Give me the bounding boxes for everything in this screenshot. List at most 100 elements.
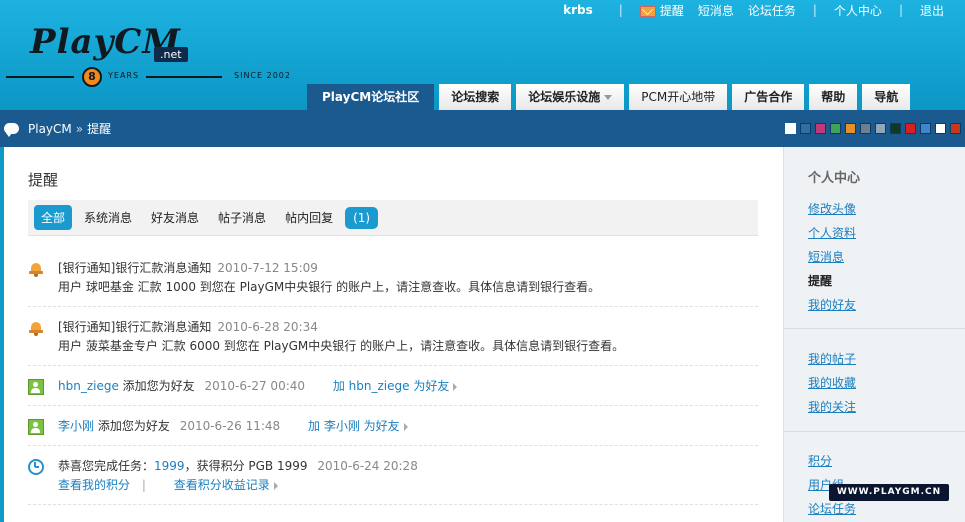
view-points-history-label: 查看积分收益记录: [173, 478, 270, 492]
sidebar-item-tasks[interactable]: 论坛任务: [808, 500, 856, 517]
notice-text: 添加您为好友: [122, 379, 195, 393]
theme-swatch[interactable]: [950, 123, 961, 134]
logo-since: SINCE 2002: [234, 71, 291, 80]
theme-swatch[interactable]: [905, 123, 916, 134]
notice-header: hbn_ziege 添加您为好友 2010-6-27 00:40 加 hbn_z…: [58, 377, 458, 394]
notice-item: 恭喜您完成任务：1999，获得积分 PGB 1999 2010-6-24 20:…: [28, 457, 758, 505]
notice-body: 用户 菠菜基金专户 汇款 6000 到您在 PlayGM中央银行 的账户上，请注…: [58, 339, 625, 353]
theme-swatches: [781, 123, 961, 134]
notice-links: 查看我的积分 | 查看积分收益记录: [58, 476, 278, 493]
mail-icon: [639, 5, 656, 17]
breadcrumb-bar: PlayCM » 提醒: [0, 110, 965, 147]
logo-line-mid: [146, 76, 222, 78]
add-friend-link[interactable]: 加 李小刚 为好友: [308, 419, 408, 433]
friend-user-link[interactable]: 李小刚: [58, 419, 94, 433]
top-nav-separator: |: [618, 3, 623, 17]
sidebar-item-following[interactable]: 我的关注: [808, 398, 856, 415]
reminder-link[interactable]: 提醒: [639, 2, 684, 19]
theme-swatch[interactable]: [860, 123, 871, 134]
sidebar-item-profile[interactable]: 个人资料: [808, 224, 856, 241]
sidebar: 个人中心 修改头像 个人资料 短消息 提醒 我的好友 我的帖子 我的收藏 我的关…: [783, 147, 965, 522]
notice-text: 恭喜您完成任务：: [58, 459, 155, 473]
notice-item: [银行通知]银行汇款消息通知 2010-7-12 15:09 用户 球吧基金 汇款…: [28, 259, 758, 307]
notice-header: 李小刚 添加您为好友 2010-6-26 11:48 加 李小刚 为好友: [58, 417, 408, 434]
nav-tab-entertainment-label: 论坛娱乐设施: [528, 90, 601, 104]
notice-date: 2010-6-28 20:34: [217, 320, 318, 334]
site-header: PlayCM .net 8 YEARS SINCE 2002 krbs | 提醒…: [0, 0, 965, 111]
breadcrumb-home[interactable]: PlayCM: [28, 122, 72, 136]
theme-swatch[interactable]: [800, 123, 811, 134]
chevron-down-icon: [604, 95, 613, 100]
main-nav: PlayCM论坛社区 论坛搜索 论坛娱乐设施 PCM开心地带 广告合作 帮助 导…: [307, 84, 915, 111]
notice-date: 2010-6-24 20:28: [317, 459, 418, 473]
notice-item: 李小刚 添加您为好友 2010-6-26 11:48 加 李小刚 为好友: [28, 417, 758, 446]
notice-title: [银行通知]银行汇款消息通知: [58, 320, 212, 334]
logout-link[interactable]: 退出: [920, 2, 944, 19]
theme-swatch[interactable]: [830, 123, 841, 134]
unread-count-badge[interactable]: (1): [345, 206, 379, 229]
main-content: 提醒 全部 系统消息 好友消息 帖子消息 帖内回复 (1) [银行通知]银行汇款…: [4, 147, 783, 522]
sidebar-item-posts[interactable]: 我的帖子: [808, 350, 856, 367]
nav-tab-ads[interactable]: 广告合作: [732, 84, 805, 110]
top-nav-separator: |: [898, 3, 903, 17]
site-watermark: WWW.PLAYGM.CN: [829, 484, 949, 501]
notice-text: ，获得积分 PGB 1999: [184, 459, 308, 473]
page-title: 提醒: [28, 171, 59, 189]
user-center-link[interactable]: 个人中心: [834, 2, 882, 19]
notice-header: 恭喜您完成任务：1999，获得积分 PGB 1999 2010-6-24 20:…: [58, 457, 418, 474]
add-friend-link[interactable]: 加 hbn_ziege 为好友: [333, 379, 458, 393]
nav-tab-help[interactable]: 帮助: [809, 84, 858, 110]
tab-all[interactable]: 全部: [34, 205, 73, 230]
username-link[interactable]: krbs: [563, 3, 593, 17]
tab-friend[interactable]: 好友消息: [144, 205, 206, 230]
notice-body: 用户 球吧基金 汇款 1000 到您在 PlayGM中央银行 的账户上，请注意查…: [58, 280, 601, 294]
nav-tab-forum[interactable]: PlayCM论坛社区: [307, 84, 435, 111]
breadcrumb: PlayCM » 提醒: [4, 120, 111, 137]
nav-tab-navigation[interactable]: 导航: [862, 84, 911, 110]
bell-icon: [28, 261, 44, 277]
logo-years: YEARS: [108, 71, 140, 80]
bell-icon: [28, 320, 44, 336]
theme-swatch[interactable]: [890, 123, 901, 134]
theme-swatch[interactable]: [875, 123, 886, 134]
theme-swatch[interactable]: [785, 123, 796, 134]
messages-link[interactable]: 短消息: [698, 2, 734, 19]
sidebar-item-avatar[interactable]: 修改头像: [808, 200, 856, 217]
tab-system[interactable]: 系统消息: [77, 205, 139, 230]
theme-swatch[interactable]: [920, 123, 931, 134]
sidebar-item-points[interactable]: 积分: [808, 452, 832, 469]
view-points-history-link[interactable]: 查看积分收益记录: [174, 478, 278, 492]
view-points-link[interactable]: 查看我的积分: [58, 478, 130, 492]
sidebar-item-reminder[interactable]: 提醒: [808, 272, 832, 289]
tab-post[interactable]: 帖子消息: [211, 205, 273, 230]
task-link[interactable]: 1999: [154, 459, 185, 473]
theme-swatch[interactable]: [845, 123, 856, 134]
nav-tab-search[interactable]: 论坛搜索: [439, 84, 512, 110]
sidebar-title: 个人中心: [808, 171, 861, 186]
arrow-right-icon: [403, 422, 408, 431]
friend-user-link[interactable]: hbn_ziege: [58, 379, 119, 393]
nav-tab-entertainment[interactable]: 论坛娱乐设施: [516, 84, 625, 110]
top-nav-separator: |: [812, 3, 817, 17]
chat-bubble-icon: [4, 123, 19, 137]
add-friend-link-label: 加 李小刚 为好友: [308, 419, 400, 433]
nav-tab-happy-zone[interactable]: PCM开心地带: [629, 84, 728, 110]
arrow-right-icon: [273, 481, 278, 490]
theme-swatch[interactable]: [815, 123, 826, 134]
friend-icon: [28, 379, 44, 395]
logo-net: .net: [154, 47, 188, 62]
sidebar-item-messages[interactable]: 短消息: [808, 248, 844, 265]
forum-tasks-link[interactable]: 论坛任务: [748, 2, 796, 19]
notice-item: hbn_ziege 添加您为好友 2010-6-27 00:40 加 hbn_z…: [28, 377, 758, 406]
sidebar-item-friends[interactable]: 我的好友: [808, 296, 856, 313]
notice-date: 2010-6-27 00:40: [204, 379, 306, 393]
theme-swatch[interactable]: [935, 123, 946, 134]
tab-reply[interactable]: 帖内回复: [278, 205, 340, 230]
sidebar-item-favorites[interactable]: 我的收藏: [808, 374, 856, 391]
breadcrumb-separator: »: [75, 121, 84, 136]
link-separator: |: [141, 478, 146, 492]
notice-date: 2010-6-26 11:48: [179, 419, 281, 433]
filter-tabs: 全部 系统消息 好友消息 帖子消息 帖内回复 (1): [28, 200, 758, 236]
site-logo[interactable]: PlayCM .net 8 YEARS SINCE 2002: [6, 18, 306, 90]
notice-header: [银行通知]银行汇款消息通知 2010-6-28 20:34: [58, 318, 318, 335]
